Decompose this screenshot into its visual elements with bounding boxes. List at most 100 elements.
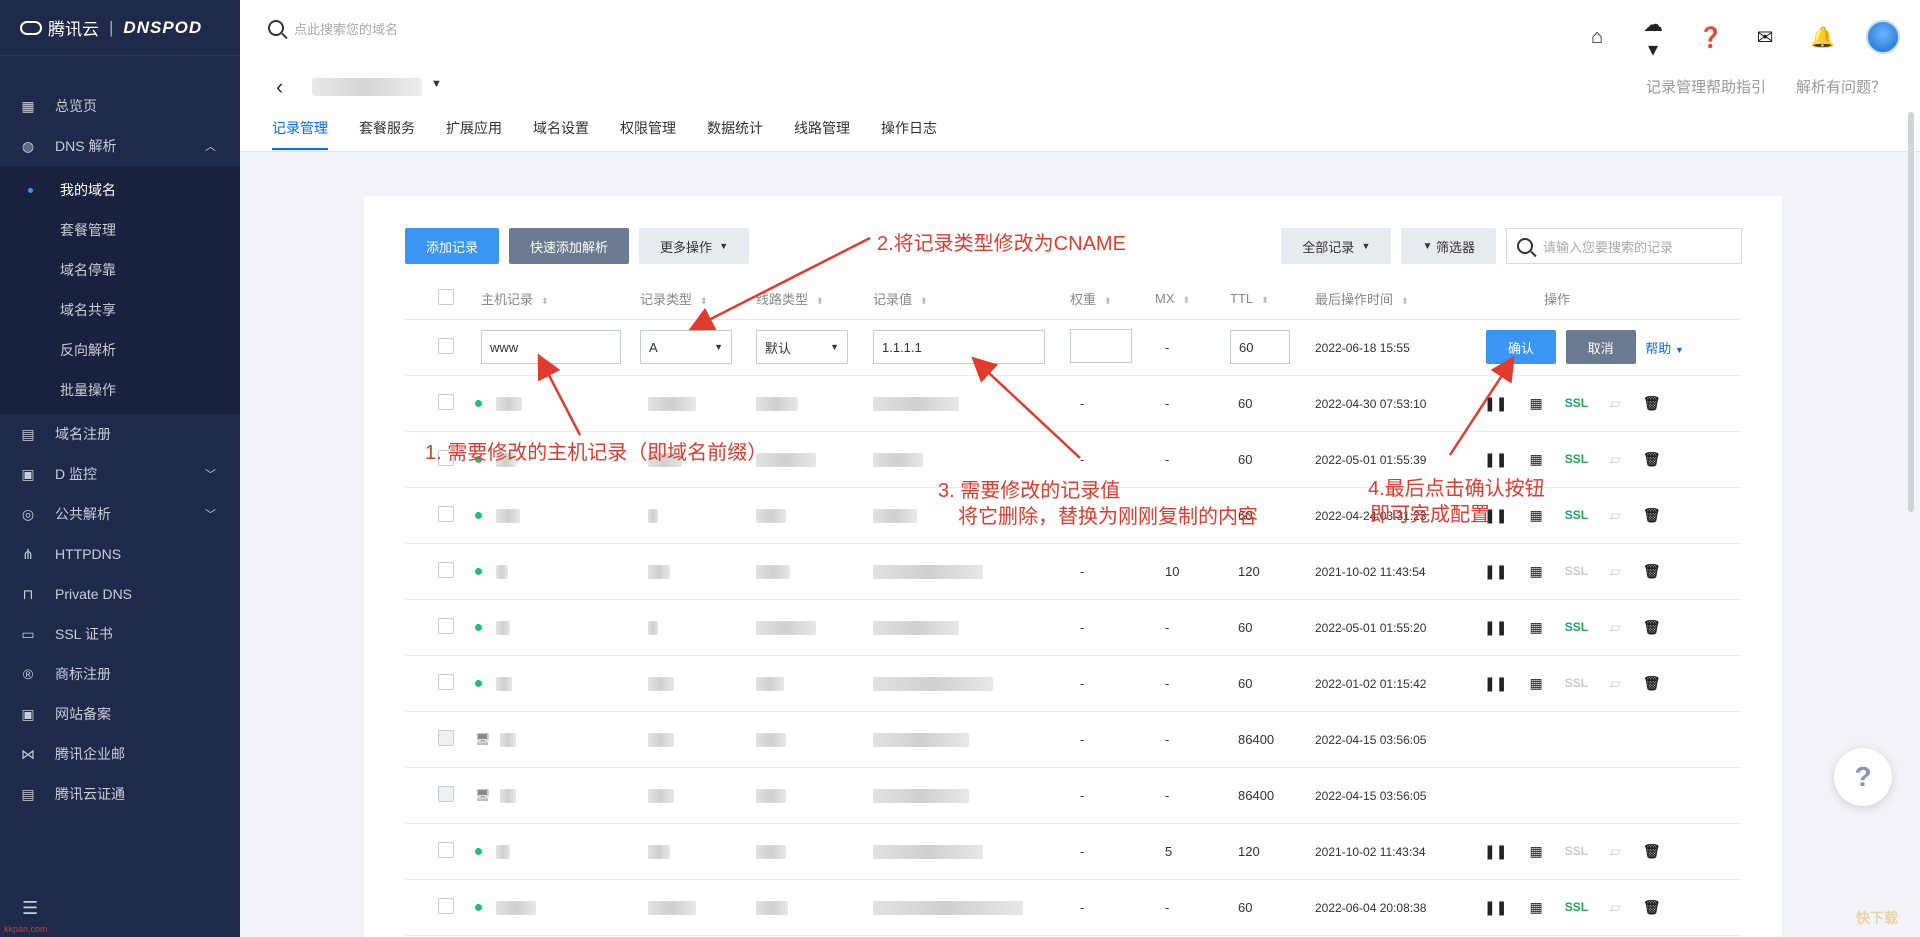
note-icon[interactable]: ▱ [1610,395,1621,412]
confirm-button[interactable]: 确认 [1486,330,1557,364]
sidebar-item-ssl[interactable]: ▭ SSL 证书 [0,614,240,654]
row-checkbox[interactable] [438,673,454,690]
layout-icon[interactable]: ▦ [1529,843,1542,860]
row-checkbox[interactable] [438,785,454,802]
help-fab-button[interactable]: ? [1834,748,1892,806]
line-type-select[interactable]: 默认 ▼ [756,330,848,364]
pause-icon[interactable]: ❚❚ [1484,899,1507,916]
sidebar-item-monitor[interactable]: ▣ D 监控 ﹀ [0,454,240,494]
trash-icon[interactable]: 🗑 [1643,843,1661,860]
sidebar-item-trademark[interactable]: ® 商标注册 [0,654,240,694]
tab-statistics[interactable]: 数据统计 [707,118,763,150]
pause-icon[interactable]: ❚❚ [1484,395,1507,412]
col-time[interactable]: 最后操作时间 [1315,292,1393,307]
cancel-button[interactable]: 取消 [1565,330,1636,364]
row-checkbox[interactable] [438,841,454,858]
pause-icon[interactable]: ❚❚ [1484,451,1507,468]
collapse-menu-icon[interactable]: ☰ [22,898,38,919]
table-row[interactable]: - 10 120 2021-10-02 11:43:54 ❚❚ ▦ SSL ▱ 🗑 [405,543,1741,600]
back-icon[interactable]: ‹ [276,74,283,100]
table-row[interactable]: 🖥 - - 86400 2022-04-15 03:56:05 [405,711,1741,768]
sort-icon[interactable]: ⬍ [700,296,708,306]
caret-down-icon[interactable]: ▼ [431,78,442,90]
layout-icon[interactable]: ▦ [1529,619,1542,636]
layout-icon[interactable]: ▦ [1529,395,1542,412]
ssl-button[interactable]: SSL [1565,900,1588,914]
trash-icon[interactable]: 🗑 [1643,619,1661,636]
dns-problem-link[interactable]: 解析有问题？ [1796,76,1886,97]
trash-icon[interactable]: 🗑 [1643,395,1661,412]
table-row[interactable]: - - 60 2022-06-04 20:08:38 ❚❚ ▦ SSL ▱ 🗑 [405,879,1741,936]
ssl-button[interactable]: SSL [1565,620,1588,634]
tab-domain-settings[interactable]: 域名设置 [533,118,589,150]
col-line[interactable]: 线路类型 [756,292,808,307]
ssl-button[interactable]: SSL [1565,396,1588,410]
more-actions-button[interactable]: 更多操作 ▼ [639,228,750,264]
domain-search[interactable]: 点此搜索您的域名 [268,19,398,38]
row-checkbox[interactable] [438,617,454,634]
sidebar-item-batch[interactable]: 批量操作 [0,370,240,410]
sidebar-item-sharing[interactable]: 域名共享 [0,290,240,330]
tab-extensions[interactable]: 扩展应用 [446,118,502,150]
col-value[interactable]: 记录值 [873,292,912,307]
col-ttl[interactable]: TTL [1230,291,1253,306]
sidebar-item-mail[interactable]: ⋈ 腾讯企业邮 [0,734,240,774]
bell-icon[interactable]: 🔔 [1810,25,1835,50]
ssl-button[interactable]: SSL [1565,676,1588,690]
record-help-link[interactable]: 记录管理帮助指引 [1646,76,1766,97]
tab-logs[interactable]: 操作日志 [881,118,937,150]
table-row[interactable]: - - 60 2022-01-02 01:15:42 ❚❚ ▦ SSL ▱ 🗑 [405,655,1741,712]
tab-lines[interactable]: 线路管理 [794,118,850,150]
sidebar-item-private-dns[interactable]: ⊓ Private DNS [0,574,240,614]
wechat-icon[interactable]: ✉ [1754,25,1776,50]
tab-plan[interactable]: 套餐服务 [359,118,415,150]
all-records-dropdown[interactable]: 全部记录 ▼ [1281,228,1392,264]
col-weight[interactable]: 权重 [1070,292,1096,307]
note-icon[interactable]: ▱ [1610,899,1621,916]
pause-icon[interactable]: ❚❚ [1484,619,1507,636]
filter-button[interactable]: ▼ 筛选器 [1401,228,1496,264]
sort-icon[interactable]: ⬍ [541,296,549,306]
pause-icon[interactable]: ❚❚ [1484,563,1507,580]
sort-icon[interactable]: ⬍ [920,296,928,306]
ttl-input[interactable]: 60 [1230,330,1290,364]
pause-icon[interactable]: ❚❚ [1484,675,1507,692]
layout-icon[interactable]: ▦ [1529,675,1542,692]
sidebar-item-reverse[interactable]: 反向解析 [0,330,240,370]
note-icon[interactable]: ▱ [1610,563,1621,580]
layout-icon[interactable]: ▦ [1529,899,1542,916]
table-row[interactable]: - - 60 2022-04-30 07:53:10 ❚❚ ▦ SSL ▱ 🗑 [405,375,1741,432]
sidebar-item-parking[interactable]: 域名停靠 [0,250,240,290]
help-icon[interactable]: ❓ [1698,25,1723,50]
row-checkbox[interactable] [438,729,454,746]
sort-icon[interactable]: ⬍ [1401,296,1409,306]
trash-icon[interactable]: 🗑 [1643,507,1661,524]
note-icon[interactable]: ▱ [1610,843,1621,860]
sort-icon[interactable]: ⬍ [1261,295,1269,305]
col-mx[interactable]: MX [1155,291,1175,306]
layout-icon[interactable]: ▦ [1529,451,1542,468]
avatar[interactable] [1866,20,1900,54]
record-value-input[interactable]: 1.1.1.1 [873,330,1045,364]
note-icon[interactable]: ▱ [1610,619,1621,636]
host-input[interactable]: www [481,330,621,364]
col-host[interactable]: 主机记录 [481,292,533,307]
select-all-checkbox[interactable] [438,288,454,305]
note-icon[interactable]: ▱ [1610,675,1621,692]
add-record-button[interactable]: 添加记录 [405,228,500,264]
note-icon[interactable]: ▱ [1610,507,1621,524]
sort-icon[interactable]: ⬍ [1183,295,1191,305]
layout-icon[interactable]: ▦ [1529,563,1542,580]
domain-selector-blurred[interactable] [312,78,422,96]
sidebar-item-icp[interactable]: ▣ 网站备案 [0,694,240,734]
sidebar-item-plans[interactable]: 套餐管理 [0,210,240,250]
layout-icon[interactable]: ▦ [1529,507,1542,524]
sort-icon[interactable]: ⬍ [1104,296,1112,306]
row-checkbox[interactable] [438,393,454,410]
ssl-button[interactable]: SSL [1565,564,1588,578]
table-row[interactable]: - 5 120 2021-10-02 11:43:34 ❚❚ ▦ SSL ▱ 🗑 [405,823,1741,880]
note-icon[interactable]: ▱ [1610,451,1621,468]
home-icon[interactable]: ⌂ [1586,26,1608,49]
ssl-button[interactable]: SSL [1565,844,1588,858]
col-type[interactable]: 记录类型 [640,292,692,307]
